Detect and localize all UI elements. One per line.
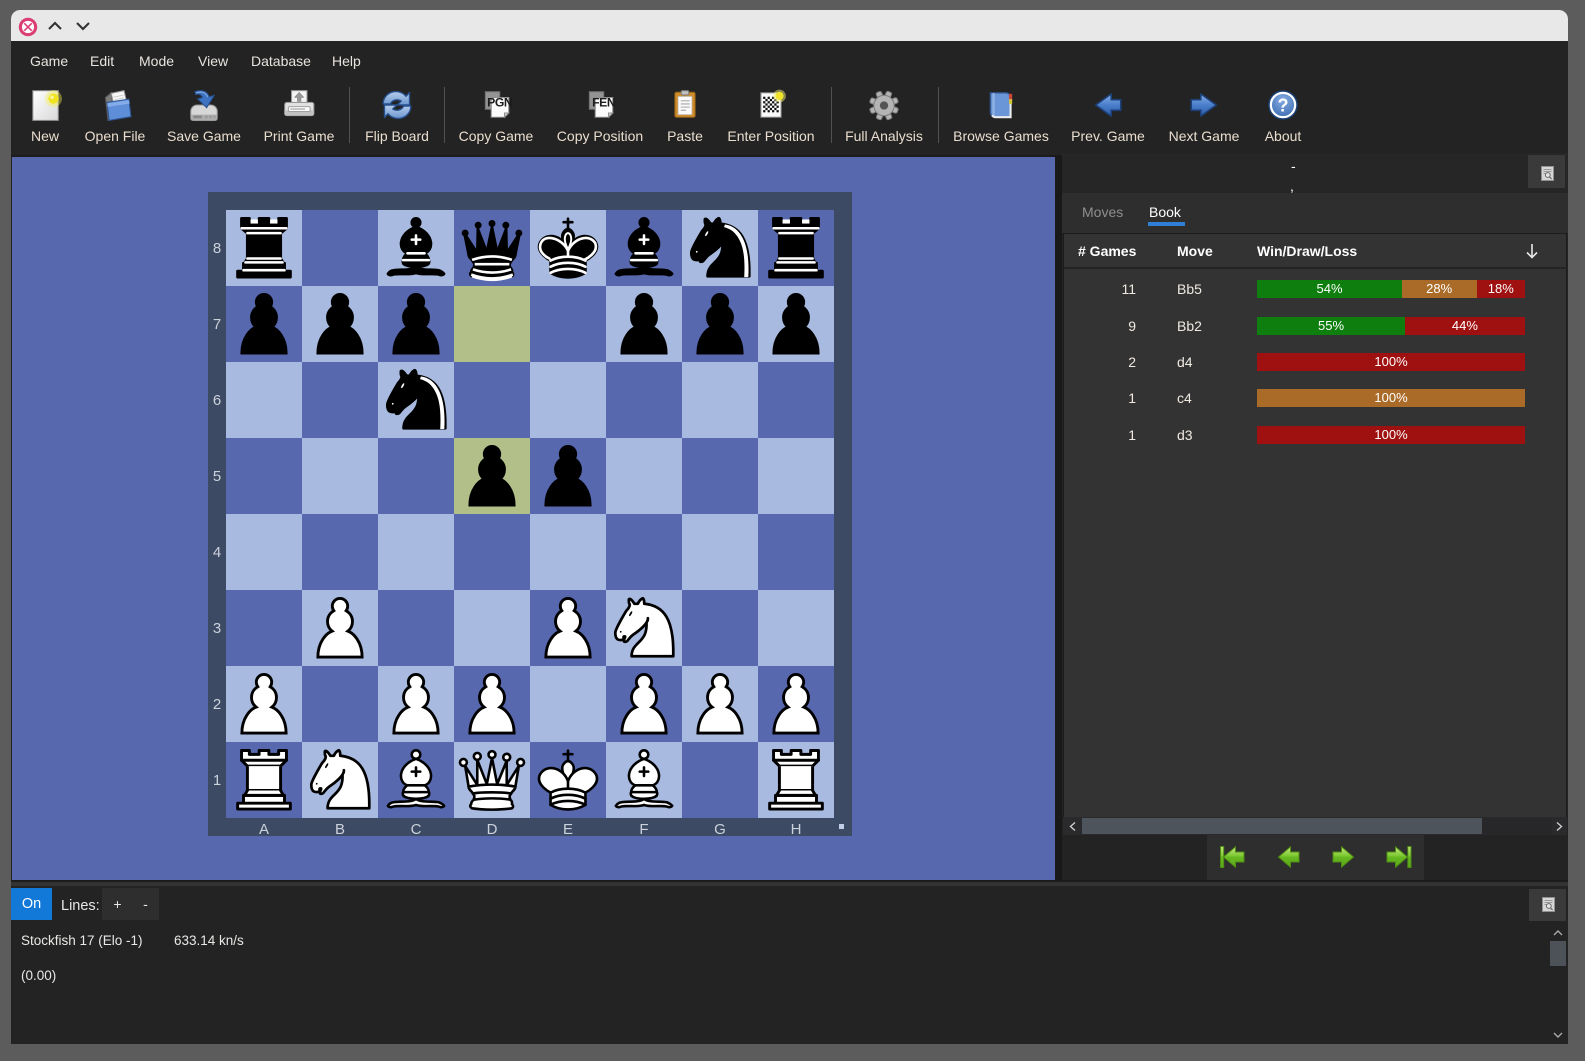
svg-text:FEN: FEN <box>592 96 615 110</box>
svg-text:?: ? <box>1277 95 1288 115</box>
svg-text:PGN: PGN <box>487 96 512 110</box>
